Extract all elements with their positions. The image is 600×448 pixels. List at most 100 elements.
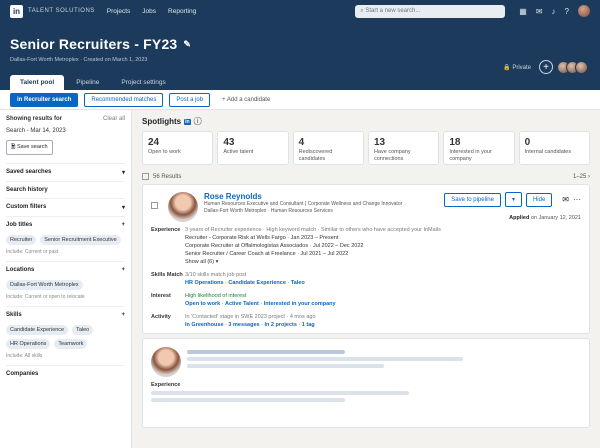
add-member-button[interactable]: + <box>539 60 553 74</box>
spotlight-card[interactable]: 24 Open to work <box>142 131 214 165</box>
add-filter-icon[interactable]: + <box>121 267 125 273</box>
bell-icon[interactable]: ♪ <box>552 7 556 16</box>
activity-link[interactable]: 1 tag <box>302 322 315 328</box>
recruiter-search-button[interactable]: in Recruiter search <box>10 92 79 107</box>
companies-section: Companies <box>6 365 125 382</box>
job-titles-section: Job titles + <box>6 216 125 233</box>
spotlight-card[interactable]: 4 Rediscovered candidates <box>292 131 364 165</box>
filter-pill[interactable]: Teamwork <box>54 339 88 349</box>
save-search-button[interactable]: 🗎 Save search <box>6 140 53 155</box>
results-row: 56 Results 1–25 › <box>142 173 590 180</box>
filter-pill[interactable]: Candidate Experience <box>6 325 69 335</box>
blurred-location <box>187 364 384 369</box>
activity-meta: In 'Contacted' stage in SWE 2023 project… <box>185 313 316 320</box>
pagination[interactable]: 1–25 › <box>573 174 590 180</box>
clear-all-link[interactable]: Clear all <box>103 116 125 122</box>
include-text[interactable]: Include: All skills <box>6 353 125 359</box>
pipeline-dropdown-button[interactable]: ▾ <box>504 192 522 208</box>
search-history-section[interactable]: Search history <box>6 181 125 198</box>
filter-pill[interactable]: Recruiter <box>6 235 37 245</box>
filter-pill[interactable]: Dallas-Fort Worth Metroplex <box>6 280 83 290</box>
tab-talent-pool[interactable]: Talent pool <box>10 75 65 90</box>
spotlight-card[interactable]: 18 Interested in your company <box>443 131 515 165</box>
custom-filters-section[interactable]: Custom filters ▾ <box>6 198 125 216</box>
more-options-icon[interactable]: ··· <box>573 195 581 204</box>
applied-status: Applied on January 12, 2021 <box>509 215 581 222</box>
recommended-matches-button[interactable]: Recommended matches <box>84 92 164 107</box>
messages-icon[interactable]: ✉ <box>536 7 543 16</box>
filter-sidebar: Showing results for Clear all Search - M… <box>0 110 132 448</box>
nav-link-jobs[interactable]: Jobs <box>142 8 156 15</box>
hide-button[interactable]: Hide <box>525 192 553 207</box>
spotlight-card[interactable]: 13 Have company connections <box>367 131 440 165</box>
add-filter-icon[interactable]: + <box>121 312 125 318</box>
interest-label: Interest <box>151 292 171 299</box>
add-candidate-button[interactable]: + Add a candidate <box>216 93 277 106</box>
blurred-line <box>151 398 345 403</box>
show-all-link[interactable]: Show all (6) ▾ <box>185 259 581 267</box>
blurred-line <box>151 391 409 396</box>
project-header: Senior Recruiters - FY23 ✎ Dallas-Fort W… <box>0 22 600 90</box>
include-text[interactable]: Include: Current or open to relocate <box>6 294 125 300</box>
add-filter-icon[interactable]: + <box>121 222 125 228</box>
candidate-photo[interactable] <box>168 192 198 223</box>
filter-pill[interactable]: HR Operations <box>6 339 51 349</box>
filter-pill[interactable]: Senior Recruitment Executive <box>40 235 121 245</box>
candidate-actions: Save to pipeline ▾ Hide ✉ ··· <box>444 192 581 208</box>
candidate-photo[interactable] <box>151 347 181 378</box>
include-text[interactable]: Include: Current or past <box>6 249 125 255</box>
candidate-card-blurred: Experience <box>142 338 590 429</box>
help-icon[interactable]: ? <box>565 7 569 16</box>
tab-project-settings[interactable]: Project settings <box>111 75 175 90</box>
activity-link[interactable]: In Greenhouse <box>185 322 224 328</box>
interest-link[interactable]: Open to work <box>185 301 220 307</box>
grid-icon[interactable]: ▦ <box>519 7 527 16</box>
save-to-pipeline-button[interactable]: Save to pipeline <box>444 192 501 207</box>
tab-pipeline[interactable]: Pipeline <box>66 75 109 90</box>
interest-link[interactable]: Interested in your company <box>264 301 336 307</box>
candidate-checkbox[interactable] <box>151 202 158 210</box>
showing-row: Showing results for Clear all <box>6 116 125 122</box>
chevron-down-icon: ▾ <box>121 205 125 211</box>
search-date: Search - Mar 14, 2023 <box>6 128 66 134</box>
project-members[interactable] <box>557 60 588 74</box>
nav-link-projects[interactable]: Projects <box>107 8 130 15</box>
results-content: Spotlights in ⓘ 24 Open to work 43 Active ta… <box>132 110 600 448</box>
experience-line: Corporate Recruiter at Offalmologistas A… <box>185 243 364 250</box>
project-title: Senior Recruiters - FY23 ✎ <box>10 36 590 52</box>
skill-link[interactable]: HR Operations <box>185 280 224 286</box>
project-header-actions: 🔒 Private + <box>503 60 588 74</box>
candidate-headline: Human Resources Executive and Consultant… <box>204 201 403 208</box>
spotlight-card[interactable]: 43 Active talent <box>217 131 289 165</box>
select-all-checkbox[interactable] <box>142 173 149 180</box>
global-search-input[interactable]: ⌕ Start a new search... <box>355 4 506 18</box>
saved-searches-section[interactable]: Saved searches ▾ <box>6 163 125 181</box>
filter-pill[interactable]: Taleo <box>72 325 94 335</box>
experience-row: Experience <box>151 382 581 388</box>
blurred-headline <box>187 357 463 362</box>
private-label: 🔒 Private <box>503 64 531 71</box>
linkedin-logo-icon[interactable]: in <box>10 4 23 18</box>
top-navigation: in TALENT SOLUTIONS Projects Jobs Report… <box>0 0 600 22</box>
project-tabs: Talent pool Pipeline Project settings <box>10 75 176 90</box>
activity-link[interactable]: In 2 projects <box>265 322 297 328</box>
blurred-name <box>187 350 345 355</box>
results-count: 56 Results <box>153 174 182 181</box>
nav-link-reporting[interactable]: Reporting <box>168 8 196 15</box>
candidate-card: Rose Reynolds Human Resources Executive … <box>142 184 590 335</box>
edit-pencil-icon[interactable]: ✎ <box>183 39 191 50</box>
post-job-button[interactable]: Post a job <box>169 92 211 107</box>
candidate-name[interactable]: Rose Reynolds <box>204 192 402 201</box>
message-icon[interactable]: ✉ <box>562 195 569 204</box>
user-avatar[interactable] <box>578 5 590 17</box>
experience-meta: 3 years of Recruiter experience · High k… <box>185 227 441 234</box>
interest-meta: High likelihood of interest <box>185 292 247 299</box>
activity-link[interactable]: 3 messages <box>228 322 259 328</box>
spotlight-card[interactable]: 0 Internal candidates <box>518 131 590 165</box>
interest-link[interactable]: Active Talent <box>225 301 259 307</box>
search-placeholder: Start a new search... <box>365 8 421 14</box>
skill-link[interactable]: Candidate Experience <box>228 280 285 286</box>
skills-row: Skills Match 3/10 skills match job post … <box>151 272 581 288</box>
skill-link[interactable]: Taleo <box>291 280 305 286</box>
nav-links: Projects Jobs Reporting <box>107 8 196 15</box>
